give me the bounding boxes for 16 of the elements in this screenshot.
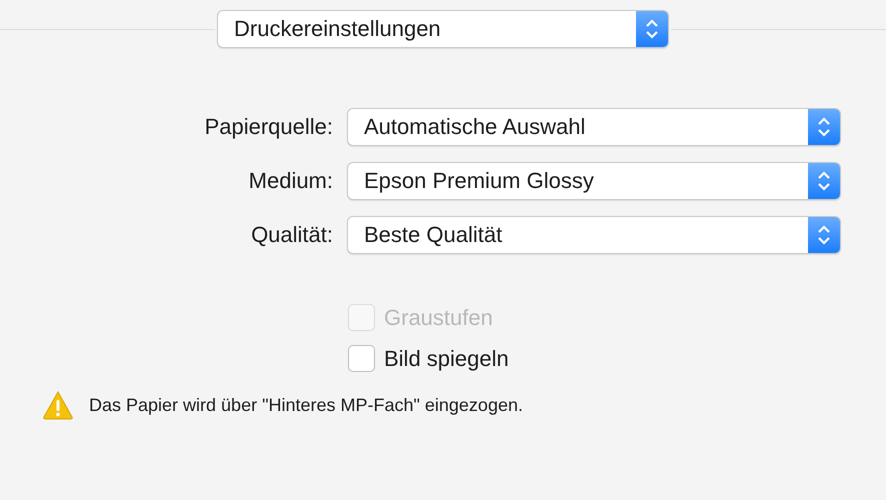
field-label: Medium: bbox=[248, 168, 333, 194]
stepper-icon bbox=[808, 217, 840, 253]
dropdown[interactable]: Automatische Auswahl bbox=[347, 108, 841, 146]
stepper-icon bbox=[808, 109, 840, 145]
field-label: Papierquelle: bbox=[204, 114, 333, 140]
stepper-icon bbox=[808, 163, 840, 199]
dropdown[interactable]: Beste Qualität bbox=[347, 216, 841, 254]
warning-icon bbox=[42, 390, 74, 420]
checkbox[interactable] bbox=[348, 345, 375, 372]
section-popup[interactable]: Druckereinstellungen bbox=[217, 10, 669, 48]
checkbox-label: Bild spiegeln bbox=[384, 346, 509, 372]
field-label: Qualität: bbox=[250, 222, 333, 248]
stepper-icon bbox=[636, 11, 668, 47]
checkbox-label: Graustufen bbox=[384, 304, 493, 330]
dropdown[interactable]: Epson Premium Glossy bbox=[347, 162, 841, 200]
warning-message: Das Papier wird über "Hinteres MP-Fach" eingezogen. bbox=[89, 394, 523, 416]
